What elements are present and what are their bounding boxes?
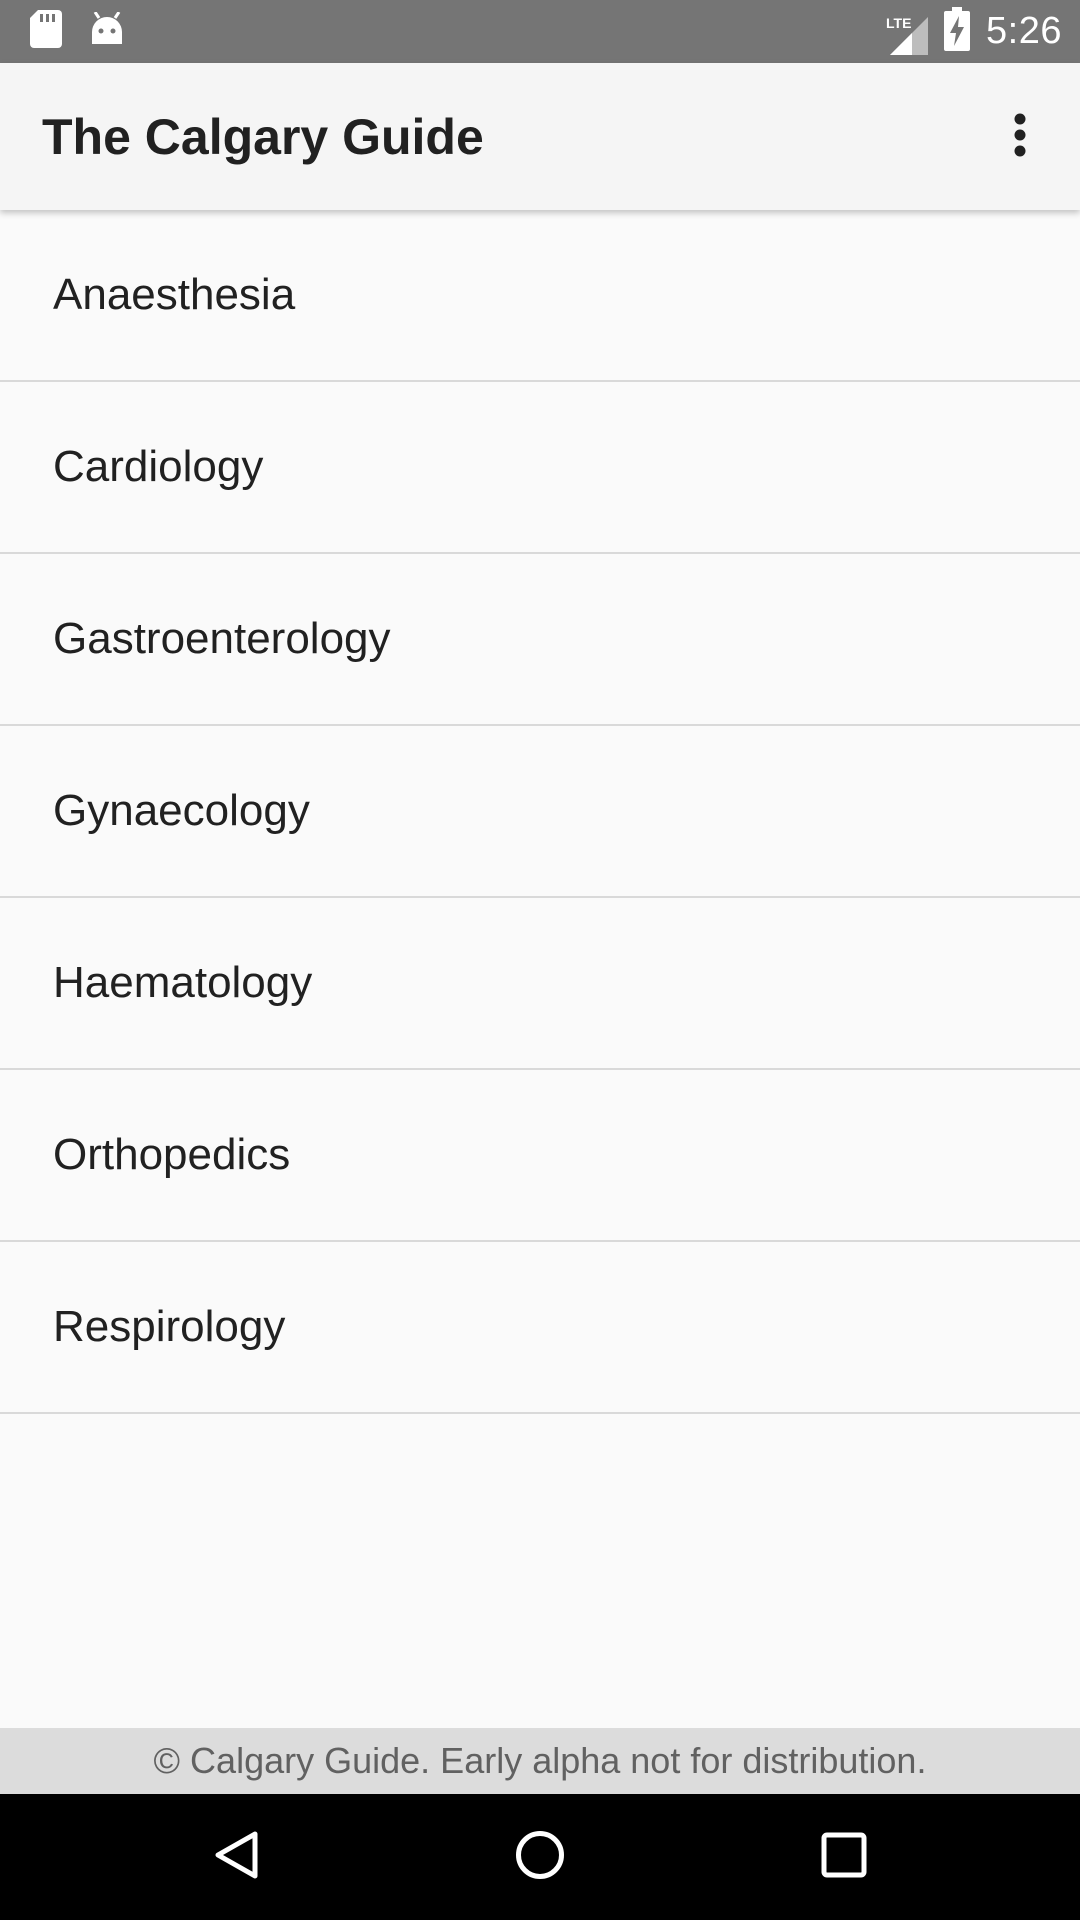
list-item-label: Cardiology: [53, 442, 264, 491]
back-button[interactable]: [196, 1817, 276, 1897]
list-item-gynaecology[interactable]: Gynaecology: [0, 726, 1080, 898]
more-vert-icon: [1013, 113, 1027, 162]
list-item-cardiology[interactable]: Cardiology: [0, 382, 1080, 554]
list-item-label: Gynaecology: [53, 786, 310, 835]
list-item-haematology[interactable]: Haematology: [0, 898, 1080, 1070]
list-item-label: Gastroenterology: [53, 614, 391, 663]
list-item-label: Orthopedics: [53, 1130, 291, 1179]
list-item-anaesthesia[interactable]: Anaesthesia: [0, 210, 1080, 382]
footer-banner: © Calgary Guide. Early alpha not for dis…: [0, 1728, 1080, 1794]
overflow-menu-button[interactable]: [980, 97, 1060, 177]
status-time: 5:26: [986, 10, 1062, 52]
list-item-label: Respirology: [53, 1302, 286, 1351]
battery-charging-icon: [944, 7, 971, 56]
list-item-orthopedics[interactable]: Orthopedics: [0, 1070, 1080, 1242]
home-icon: [515, 1830, 565, 1885]
list-item-respirology[interactable]: Respirology: [0, 1242, 1080, 1414]
list-item-gastroenterology[interactable]: Gastroenterology: [0, 554, 1080, 726]
status-bar: LTE 5:26: [0, 0, 1080, 63]
app-bar: The Calgary Guide: [0, 63, 1080, 210]
status-left-icons: [30, 9, 124, 53]
sd-card-icon: [30, 9, 62, 53]
list-item-label: Haematology: [53, 958, 313, 1007]
back-icon: [213, 1830, 259, 1885]
list-item-label: Anaesthesia: [53, 270, 296, 319]
recents-icon: [821, 1832, 867, 1883]
footer-text: © Calgary Guide. Early alpha not for dis…: [153, 1740, 927, 1781]
status-right-icons: LTE 5:26: [886, 0, 1062, 63]
app-title: The Calgary Guide: [42, 109, 484, 165]
category-list: Anaesthesia Cardiology Gastroenterology …: [0, 210, 1080, 1414]
navigation-bar: [0, 1794, 1080, 1920]
android-debug-icon: [90, 10, 124, 51]
recents-button[interactable]: [804, 1817, 884, 1897]
home-button[interactable]: [500, 1817, 580, 1897]
signal-icon: LTE: [886, 9, 929, 55]
